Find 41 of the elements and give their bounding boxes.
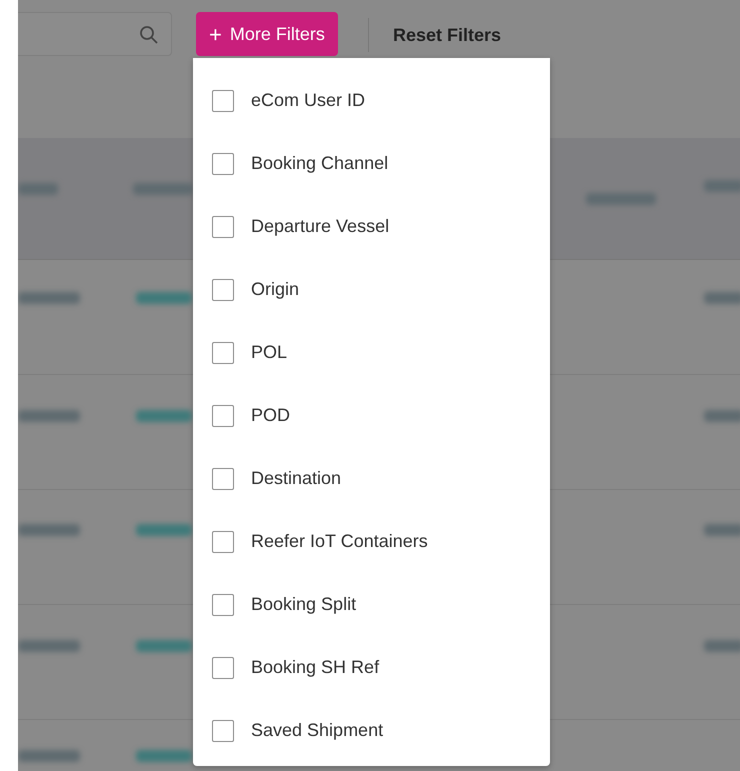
blurred-text (18, 183, 58, 195)
search-field[interactable] (18, 12, 172, 56)
blurred-text (704, 410, 740, 422)
reset-filters-button[interactable]: Reset Filters (383, 16, 512, 54)
filter-option-label[interactable]: Reefer IoT Containers (251, 528, 428, 555)
filter-option-label[interactable]: Booking Channel (251, 150, 388, 177)
blurred-text (704, 180, 740, 192)
blurred-text (18, 524, 80, 536)
plus-icon: + (209, 18, 222, 50)
more-filters-button[interactable]: + More Filters (196, 12, 338, 56)
checkbox[interactable] (212, 404, 234, 426)
filter-option-label[interactable]: Booking Split (251, 591, 356, 618)
checkbox[interactable] (212, 342, 234, 364)
blurred-text (704, 524, 740, 536)
filter-option-label[interactable]: Booking SH Ref (251, 654, 380, 681)
checkbox[interactable] (212, 594, 234, 616)
checkbox[interactable] (212, 720, 234, 742)
blurred-text (133, 183, 193, 195)
filter-option-label[interactable]: POD (251, 402, 290, 429)
search-icon (139, 25, 159, 45)
filter-option-label[interactable]: Saved Shipment (251, 717, 384, 744)
checkbox[interactable] (212, 656, 234, 678)
blurred-text (18, 640, 80, 652)
blurred-text (18, 750, 80, 762)
checkbox[interactable] (212, 530, 234, 552)
blurred-text (586, 193, 656, 205)
filter-option-label[interactable]: Departure Vessel (251, 213, 390, 240)
filter-option-label[interactable]: Destination (251, 465, 342, 492)
filter-option-label[interactable]: POL (251, 339, 288, 366)
blurred-text (18, 292, 80, 304)
checkbox[interactable] (212, 468, 234, 490)
blurred-text (18, 410, 80, 422)
filter-option-label[interactable]: eCom User ID (251, 87, 366, 114)
filter-option-label[interactable]: Origin (251, 276, 300, 303)
checkbox[interactable] (212, 278, 234, 300)
checkbox[interactable] (212, 90, 234, 112)
checkbox[interactable] (212, 216, 234, 238)
blurred-text (704, 640, 740, 652)
checkbox[interactable] (212, 152, 234, 174)
blurred-text (704, 292, 740, 304)
button-label: More Filters (230, 22, 325, 46)
